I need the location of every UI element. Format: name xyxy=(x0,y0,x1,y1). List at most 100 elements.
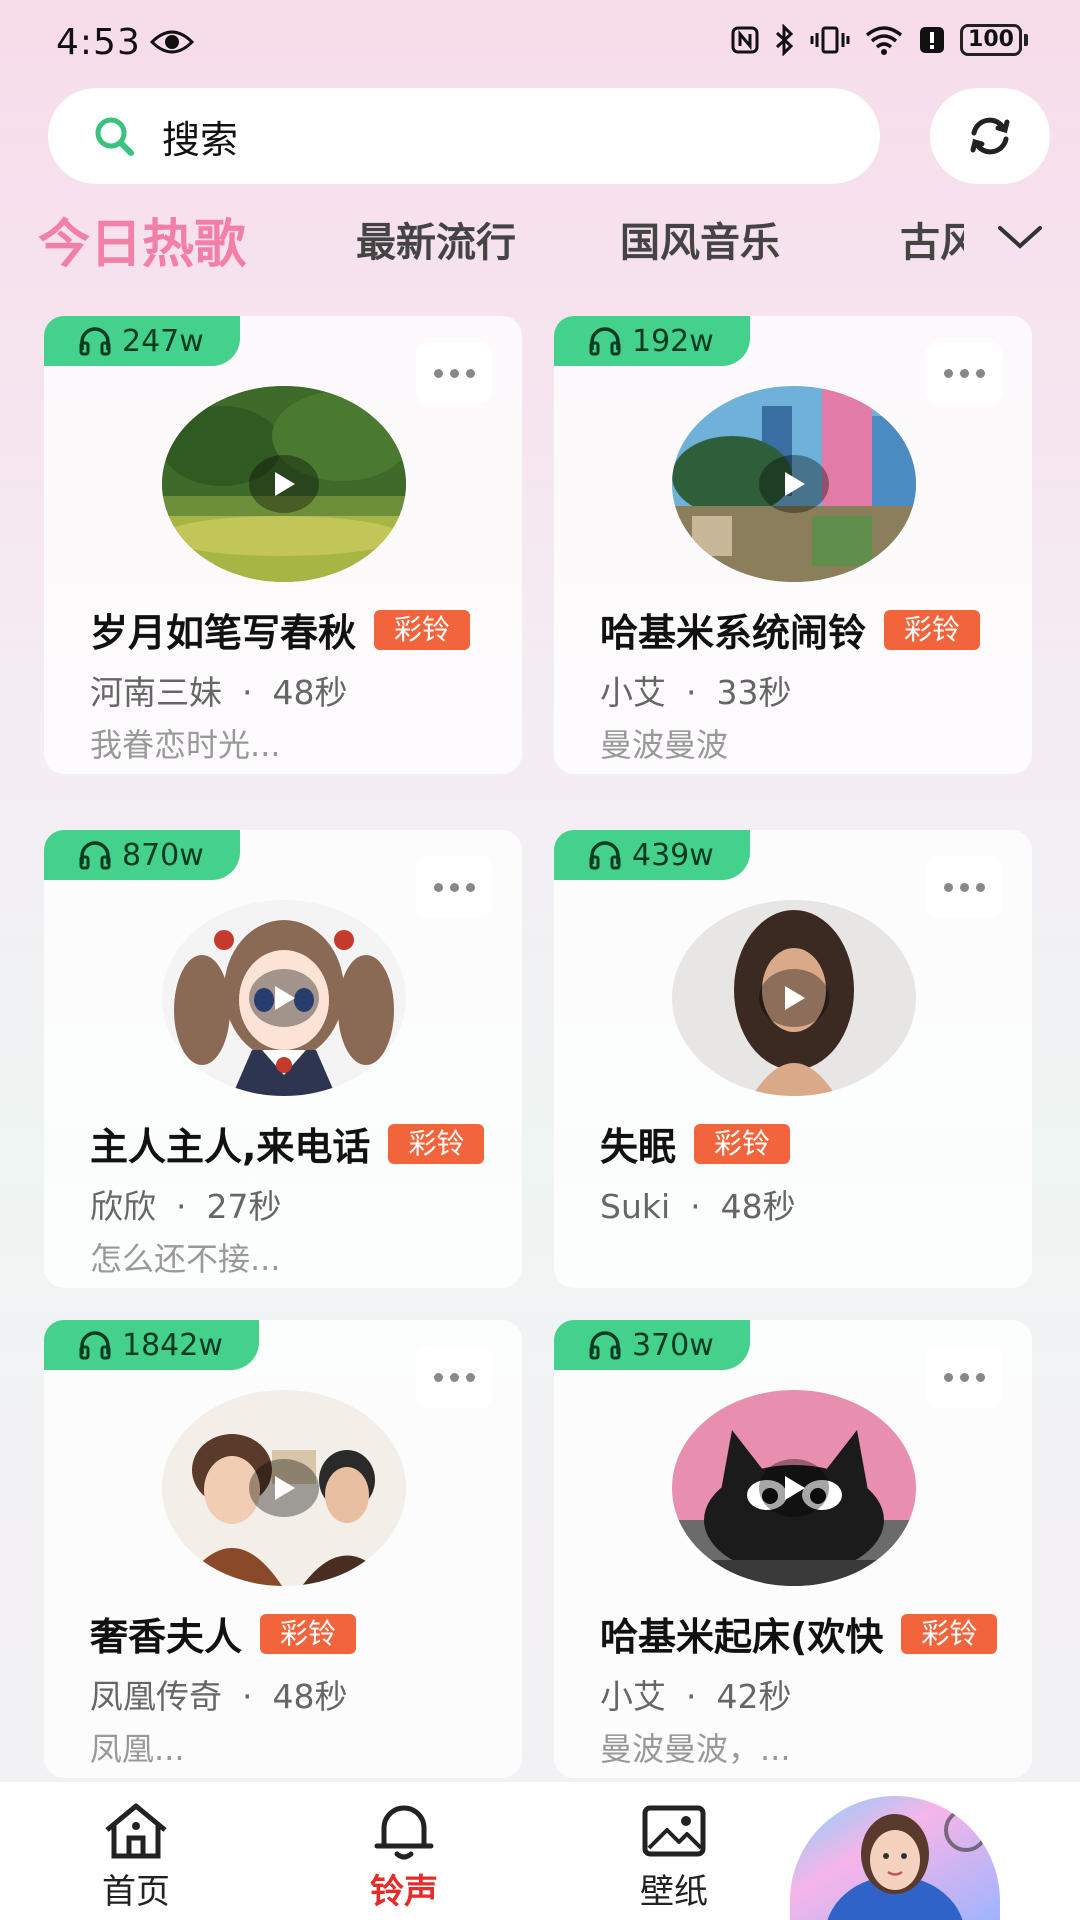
cover-image[interactable] xyxy=(162,1390,406,1586)
color-ringtone-tag[interactable]: 彩铃 xyxy=(388,1123,485,1164)
artist-name: 河南三妹 xyxy=(90,673,222,712)
battery-indicator: 100 xyxy=(960,24,1028,56)
more-options-button[interactable] xyxy=(926,342,1002,404)
nfc-icon xyxy=(731,26,759,54)
more-options-button[interactable] xyxy=(416,1346,492,1408)
play-icon[interactable] xyxy=(249,455,319,513)
artist-name: 小艾 xyxy=(600,1677,666,1716)
play-count-badge: 370w xyxy=(554,1320,750,1370)
lyric-snippet: 怎么还不接... xyxy=(90,1240,281,1278)
cover-image[interactable] xyxy=(162,900,406,1096)
vibrate-icon xyxy=(810,26,850,54)
lyric-snippet: 我眷恋时光... xyxy=(90,726,281,764)
headphones-icon xyxy=(589,1331,621,1360)
duration: 48秒 xyxy=(272,673,348,712)
artist-name: 小艾 xyxy=(600,673,666,712)
ringtone-card[interactable]: 247w 岁月如笔写春秋 彩铃河南三妹 · 48秒我眷恋时光... xyxy=(44,316,522,774)
cover-image[interactable] xyxy=(672,900,916,1096)
image-icon xyxy=(642,1805,706,1857)
lyric-snippet: 曼波曼波，... xyxy=(600,1730,791,1768)
home-icon xyxy=(105,1803,167,1859)
play-count-badge: 247w xyxy=(44,316,240,366)
meta-separator: · xyxy=(242,1677,253,1716)
meta-separator: · xyxy=(690,1187,701,1226)
song-title: 哈基米起床(欢快 xyxy=(600,1615,884,1659)
play-icon[interactable] xyxy=(249,969,319,1027)
search-input[interactable]: 搜索 xyxy=(162,109,238,164)
song-meta: 凤凰传奇 · 48秒 xyxy=(90,1670,348,1718)
nav-home-label: 首页 xyxy=(102,1872,170,1912)
more-options-button[interactable] xyxy=(416,342,492,404)
tab-latest-pop[interactable]: 最新流行 xyxy=(356,210,516,268)
nav-wallpaper-label: 壁纸 xyxy=(640,1872,708,1912)
status-bar: 4:53 100 xyxy=(0,0,1080,90)
song-meta: 小艾 · 33秒 xyxy=(600,666,792,714)
play-count-badge: 439w xyxy=(554,830,750,880)
status-time: 4:53 xyxy=(56,22,141,63)
more-options-button[interactable] xyxy=(926,1346,1002,1408)
artist-name: 凤凰传奇 xyxy=(90,1677,222,1716)
lyric-snippet: 曼波曼波 xyxy=(600,726,729,764)
song-title: 奢香夫人 xyxy=(90,1615,243,1659)
cover-image[interactable] xyxy=(162,386,406,582)
ringtone-card[interactable]: 439w 失眠 彩铃 Suki · 48秒 xyxy=(554,830,1032,1288)
song-meta: 河南三妹 · 48秒 xyxy=(90,666,348,714)
song-meta: 小艾 · 42秒 xyxy=(600,1670,792,1718)
search-icon xyxy=(95,117,134,156)
duration: 48秒 xyxy=(272,1677,348,1716)
color-ringtone-tag[interactable]: 彩铃 xyxy=(901,1613,998,1654)
artist-name: Suki xyxy=(600,1187,671,1226)
status-icons: 100 xyxy=(730,24,1028,56)
play-icon[interactable] xyxy=(249,1459,319,1517)
ringtone-card[interactable]: 192w 哈基米系统闹铃 彩铃 小艾 · 33秒 曼波曼波 xyxy=(554,316,1032,774)
headphones-icon xyxy=(79,1331,111,1360)
play-count-badge: 192w xyxy=(554,316,750,366)
nav-ringtone[interactable]: 铃声 xyxy=(334,1782,474,1920)
tab-gufeng[interactable]: 古风 xyxy=(900,210,964,268)
nav-wallpaper[interactable]: 壁纸 xyxy=(604,1782,744,1920)
chevron-down-icon[interactable] xyxy=(996,222,1044,252)
cover-image[interactable] xyxy=(672,386,916,582)
eye-icon xyxy=(150,30,194,54)
play-count: 247w xyxy=(122,323,204,359)
more-options-button[interactable] xyxy=(926,856,1002,918)
tab-guofeng[interactable]: 国风音乐 xyxy=(620,210,780,268)
ringtone-card[interactable]: 370w 哈基米起床(欢快 彩铃小艾 · 42秒曼波曼波，... xyxy=(554,1320,1032,1778)
play-icon[interactable] xyxy=(759,969,829,1027)
play-icon[interactable] xyxy=(759,455,829,513)
duration: 48秒 xyxy=(720,1187,796,1226)
headphones-icon xyxy=(79,327,111,356)
nav-home[interactable]: 首页 xyxy=(66,1782,206,1920)
song-meta: Suki · 48秒 xyxy=(600,1180,796,1228)
meta-separator: · xyxy=(176,1187,187,1226)
color-ringtone-tag[interactable]: 彩铃 xyxy=(260,1613,357,1654)
song-title: 失眠 xyxy=(600,1125,677,1169)
play-count: 192w xyxy=(632,323,714,359)
duration: 33秒 xyxy=(716,673,792,712)
lyric-snippet: 凤凰... xyxy=(90,1730,185,1768)
refresh-icon xyxy=(970,117,1010,155)
cover-image[interactable] xyxy=(672,1390,916,1586)
play-count: 870w xyxy=(122,837,204,873)
artist-name: 欣欣 xyxy=(90,1187,156,1226)
color-ringtone-tag[interactable]: 彩铃 xyxy=(694,1123,791,1164)
headphones-icon xyxy=(589,841,621,870)
bluetooth-icon xyxy=(775,24,794,56)
meta-separator: · xyxy=(242,673,253,712)
more-options-button[interactable] xyxy=(416,856,492,918)
headphones-icon xyxy=(589,327,621,356)
wifi-icon xyxy=(865,26,903,55)
color-ringtone-tag[interactable]: 彩铃 xyxy=(884,609,981,650)
alert-icon xyxy=(920,27,944,53)
bell-icon xyxy=(374,1805,434,1860)
color-ringtone-tag[interactable]: 彩铃 xyxy=(374,609,471,650)
headphones-icon xyxy=(79,841,111,870)
play-icon[interactable] xyxy=(759,1459,829,1517)
refresh-button[interactable] xyxy=(930,88,1050,184)
ringtone-card[interactable]: 1842w 奢香夫人 彩铃 凤凰传奇 · 48秒 凤凰... xyxy=(44,1320,522,1778)
search-bar[interactable]: 搜索 xyxy=(48,88,880,184)
song-title: 岁月如笔写春秋 xyxy=(90,611,357,655)
ringtone-card[interactable]: 870w 主人主人,来电话 彩铃 欣欣 · 27秒 怎么还不接... xyxy=(44,830,522,1288)
play-count-badge: 870w xyxy=(44,830,240,880)
tab-today-hot[interactable]: 今日热歌 xyxy=(38,202,246,277)
